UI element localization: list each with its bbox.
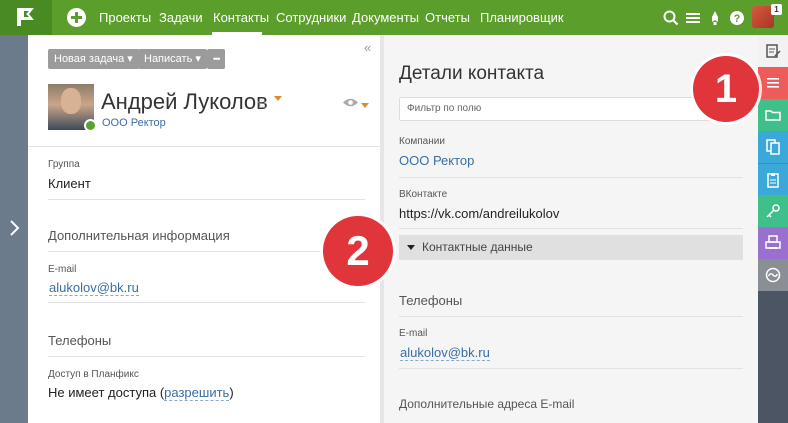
chevron-down-icon[interactable] [274,96,282,101]
folder-icon [765,110,781,121]
online-status-indicator [84,119,97,132]
vk-value: https://vk.com/andreilukolov [399,206,560,221]
sidebar-item-folders[interactable] [758,99,788,131]
divider [399,316,743,317]
divider [48,199,365,200]
nav-item-projects[interactable]: Проекты [99,10,151,25]
sidebar-item-notes[interactable] [758,35,788,67]
access-label: Доступ в Планфикс [48,369,139,380]
marker-number-1: 1 [693,56,759,122]
sidebar-item-list[interactable] [758,67,788,99]
divider [48,302,365,303]
activity-icon [765,267,781,283]
edit-note-icon [766,44,781,58]
app-window: Проекты Задачи Контакты Сотрудники Докум… [0,0,788,423]
divider [399,368,743,369]
contact-data-heading: Контактные данные [422,240,533,254]
sidebar-item-keys[interactable] [758,195,788,227]
details-title: Детали контакта [399,63,545,84]
notification-badge: 1 [771,4,782,15]
right-email-label: E-mail [399,328,428,339]
sidebar-item-documents[interactable] [758,131,788,163]
contact-photo-face [61,88,81,114]
chevron-right-icon[interactable] [8,219,20,237]
nav-item-scheduler[interactable]: Планировщик [480,10,564,25]
group-label: Группа [48,159,80,170]
svg-text:?: ? [734,13,741,25]
contact-company-link[interactable]: ООО Ректор [102,117,166,129]
divider [399,228,743,229]
write-button[interactable]: Написать ▾ [138,49,207,69]
nav-item-documents[interactable]: Документы [352,10,419,25]
sidebar-item-print[interactable] [758,227,788,259]
help-icon[interactable]: ? [728,9,746,27]
divider [28,146,380,147]
rocket-icon[interactable] [706,9,724,27]
search-icon[interactable] [662,9,680,27]
nav-item-employees[interactable]: Сотрудники [276,10,346,25]
grant-access-link[interactable]: разрешить [164,385,230,401]
marker-number-2: 2 [323,216,393,286]
nav-item-contacts[interactable]: Контакты [213,10,269,25]
companies-link[interactable]: ООО Ректор [399,153,474,168]
sidebar-item-activity[interactable] [758,259,788,291]
chevron-down-icon[interactable] [361,103,369,108]
divider [48,251,365,252]
flag-logo-icon [17,8,34,26]
extra-info-heading: Дополнительная информация [48,228,230,243]
add-button[interactable] [67,8,86,27]
email-link[interactable]: alukolov@bk.ru [49,280,139,296]
sidebar-item-clipboard[interactable] [758,163,788,195]
field-filter-input[interactable]: Фильтр по полю [399,97,719,121]
phones-heading: Телефоны [48,333,112,348]
key-icon [766,204,780,218]
menu-icon[interactable] [684,9,702,27]
new-task-button[interactable]: Новая задача ▾ [48,49,139,69]
collapse-panel-button[interactable]: « [364,40,371,55]
copy-icon [766,139,780,155]
list-icon [767,78,779,88]
contact-name: Андрей Луколов [101,89,268,114]
right-email-link[interactable]: alukolov@bk.ru [400,345,490,361]
star-icon[interactable]: ☆ [256,95,269,112]
contact-data-section-toggle[interactable]: Контактные данные [399,235,743,260]
left-expand-strip[interactable] [0,35,28,423]
email-label: E-mail [48,264,77,275]
companies-label: Компании [399,136,445,147]
printer-icon [765,235,781,249]
divider [48,356,365,357]
eye-icon[interactable] [342,97,359,108]
top-navigation-bar: Проекты Задачи Контакты Сотрудники Докум… [0,0,788,35]
vk-label: ВКонтакте [399,189,448,200]
caret-down-icon [407,245,415,250]
group-value: Клиент [48,176,91,191]
nav-item-reports[interactable]: Отчеты [425,10,470,25]
right-phones-heading: Телефоны [399,293,463,308]
nav-item-tasks[interactable]: Задачи [159,10,203,25]
clipboard-icon [767,173,779,188]
planfix-logo[interactable] [0,0,52,35]
extra-emails-heading: Дополнительные адреса E-mail [399,397,575,411]
more-button[interactable]: ••• [207,49,226,69]
access-value: Не имеет доступа (разрешить) [48,385,234,401]
divider [399,177,743,178]
